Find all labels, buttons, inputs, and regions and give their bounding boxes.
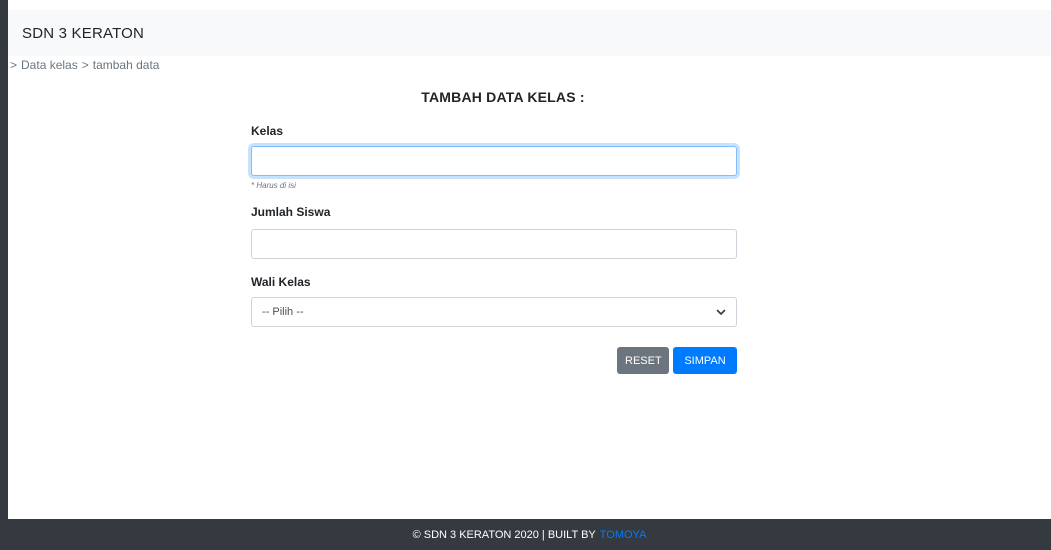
wali-kelas-select[interactable]: -- Pilih --	[251, 297, 737, 327]
jumlah-siswa-label: Jumlah Siswa	[251, 205, 331, 219]
breadcrumb: > Data kelas > tambah data	[10, 58, 163, 72]
breadcrumb-separator: >	[10, 58, 18, 72]
page: SDN 3 KERATON > Data kelas > tambah data TA…	[0, 0, 1051, 550]
wali-kelas-label: Wali Kelas	[251, 275, 311, 289]
breadcrumb-separator: >	[81, 58, 89, 72]
kelas-label: Kelas	[251, 124, 284, 138]
footer: © SDN 3 KERATON 2020 | BUILT BY TOMOYA	[8, 519, 1051, 550]
chevron-down-icon	[716, 307, 726, 317]
breadcrumb-item-data-kelas[interactable]: Data kelas	[21, 58, 78, 72]
breadcrumb-item-tambah-data: tambah data	[92, 58, 160, 72]
page-title: TAMBAH DATA KELAS :	[421, 89, 585, 105]
top-strip	[8, 0, 1051, 10]
kelas-hint: * Harus di isi	[251, 181, 296, 190]
navbar: SDN 3 KERATON	[8, 10, 1051, 56]
jumlah-siswa-input[interactable]	[251, 229, 737, 259]
wali-kelas-selected-value: -- Pilih --	[262, 306, 304, 318]
simpan-button[interactable]: SIMPAN	[673, 347, 737, 374]
footer-author-link[interactable]: TOMOYA	[600, 529, 647, 541]
left-rail	[0, 0, 8, 550]
form-actions: RESET SIMPAN	[251, 347, 737, 374]
footer-copyright: © SDN 3 KERATON 2020 | BUILT BY	[412, 528, 596, 541]
navbar-brand[interactable]: SDN 3 KERATON	[22, 25, 144, 42]
tambah-kelas-form: Kelas * Harus di isi Jumlah Siswa Wali K…	[251, 124, 737, 374]
kelas-input[interactable]	[251, 146, 737, 176]
reset-button[interactable]: RESET	[617, 347, 669, 374]
